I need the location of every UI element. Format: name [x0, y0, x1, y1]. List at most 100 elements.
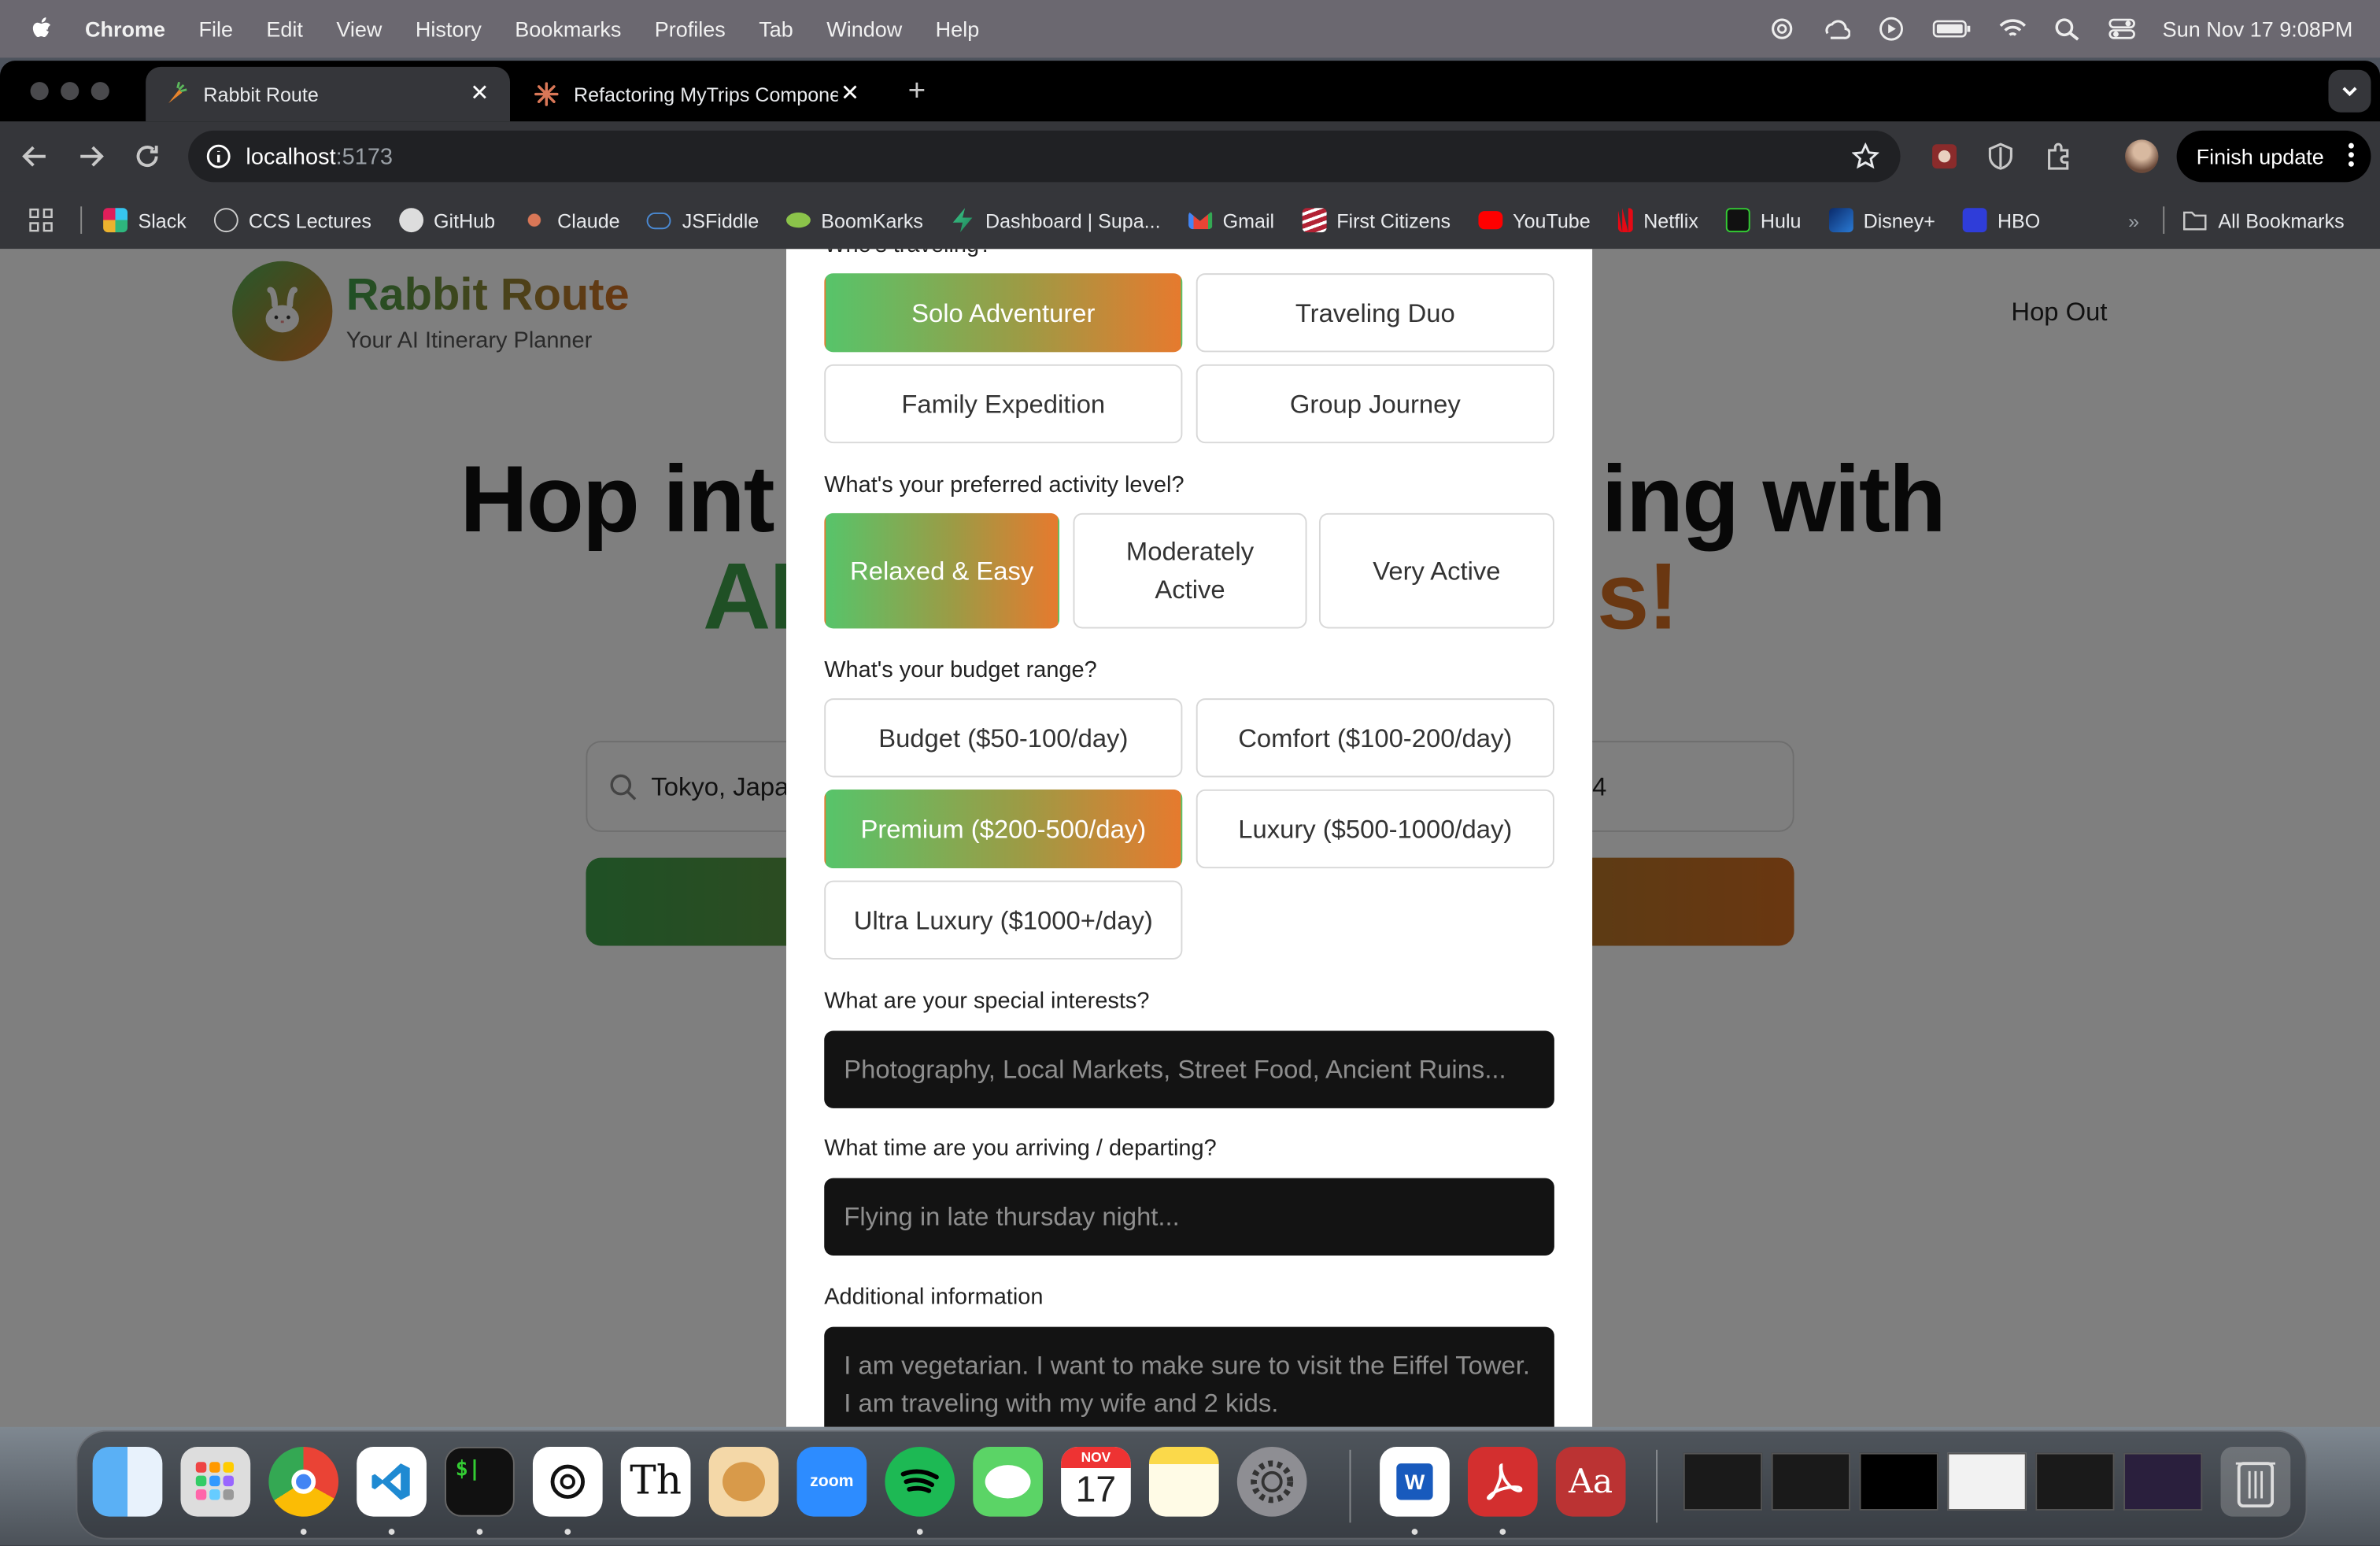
notes-icon[interactable] — [1148, 1446, 1219, 1517]
chrome-dock-icon[interactable] — [268, 1446, 339, 1517]
tab-search-button[interactable] — [2328, 69, 2371, 113]
zoom-window-button[interactable] — [91, 82, 109, 101]
bookmark-slack[interactable]: Slack — [103, 208, 187, 233]
tab-rabbit-route[interactable]: Rabbit Route ✕ — [146, 66, 511, 122]
cloud-icon — [647, 212, 672, 229]
more-vertical-icon[interactable] — [2347, 141, 2356, 168]
menu-edit[interactable]: Edit — [266, 17, 303, 41]
address-bar[interactable]: localhost:5173 — [188, 130, 1901, 183]
bookmarks-divider — [80, 206, 83, 235]
finish-update-button[interactable]: Finish update — [2176, 130, 2371, 183]
terminal-icon[interactable]: $| — [445, 1446, 515, 1517]
zoom-icon[interactable]: zoom — [796, 1446, 867, 1517]
close-tab-icon[interactable]: ✕ — [838, 81, 863, 106]
typeface-app-icon[interactable]: Th — [620, 1446, 691, 1517]
boom-icon — [785, 213, 811, 228]
bookmark-jsfiddle[interactable]: JSFiddle — [647, 209, 759, 231]
close-tab-icon[interactable]: ✕ — [468, 81, 492, 106]
apple-logo-icon[interactable] — [31, 15, 55, 43]
bookmark-gmail[interactable]: Gmail — [1188, 209, 1274, 231]
option-premium[interactable]: Premium ($200-500/day) — [824, 789, 1183, 869]
additional-info-textarea[interactable]: I am vegetarian. I want to make sure to … — [824, 1326, 1554, 1427]
messages-icon[interactable] — [973, 1446, 1043, 1517]
option-relaxed-easy[interactable]: Relaxed & Easy — [824, 512, 1060, 629]
option-very-active[interactable]: Very Active — [1318, 512, 1554, 629]
spotify-icon[interactable] — [885, 1446, 955, 1517]
spotlight-search-icon[interactable] — [2053, 17, 2081, 41]
option-group-journey[interactable]: Group Journey — [1196, 364, 1554, 444]
site-info-icon[interactable] — [206, 144, 231, 168]
system-settings-icon[interactable] — [1236, 1446, 1307, 1517]
forward-arrow-icon[interactable] — [75, 139, 108, 172]
menu-help[interactable]: Help — [936, 17, 980, 41]
option-comfort[interactable]: Comfort ($100-200/day) — [1196, 698, 1554, 778]
bookmark-claude[interactable]: Claude — [522, 208, 620, 233]
trash-icon[interactable] — [2220, 1446, 2291, 1517]
finder-icon[interactable] — [92, 1446, 163, 1517]
extension-shield-icon[interactable] — [1986, 141, 2016, 172]
option-ultra-luxury[interactable]: Ultra Luxury ($1000+/day) — [824, 880, 1183, 960]
openai-status-icon[interactable] — [1768, 17, 1795, 41]
bookmarks-overflow-button[interactable]: » — [2128, 209, 2139, 231]
option-luxury[interactable]: Luxury ($500-1000/day) — [1196, 789, 1554, 869]
all-bookmarks-folder[interactable]: All Bookmarks — [2183, 208, 2345, 232]
battery-icon[interactable] — [1932, 17, 1972, 41]
profile-avatar[interactable] — [2125, 139, 2159, 173]
option-traveling-duo[interactable]: Traveling Duo — [1196, 273, 1554, 353]
extension-ublock-icon[interactable] — [1929, 141, 1960, 172]
word-icon[interactable]: W — [1380, 1446, 1450, 1517]
apps-grid-icon[interactable] — [29, 208, 54, 232]
bookmark-netflix[interactable]: Netflix — [1617, 208, 1698, 233]
minimized-window-thumbnail[interactable] — [1947, 1452, 2027, 1511]
minimized-window-thumbnail[interactable] — [1771, 1452, 1850, 1511]
dictionary-icon[interactable]: Aa — [1555, 1446, 1626, 1517]
menu-bookmarks[interactable]: Bookmarks — [515, 17, 621, 41]
bookmark-youtube[interactable]: YouTube — [1477, 209, 1591, 231]
minimized-window-thumbnail[interactable] — [2123, 1452, 2203, 1511]
bookmark-ccs-lectures[interactable]: CCS Lectures — [213, 208, 371, 233]
option-family-expedition[interactable]: Family Expedition — [824, 364, 1183, 444]
menu-view[interactable]: View — [336, 17, 382, 41]
retriever-app-icon[interactable] — [708, 1446, 779, 1517]
menu-file[interactable]: File — [198, 17, 233, 41]
wifi-icon[interactable] — [1998, 17, 2026, 41]
bookmark-disney-plus[interactable]: Disney+ — [1828, 208, 1935, 233]
bookmark-boomkarks[interactable]: BoomKarks — [785, 209, 923, 231]
option-moderately-active[interactable]: Moderately Active — [1073, 512, 1307, 629]
extensions-puzzle-icon[interactable] — [2043, 141, 2074, 172]
interests-input[interactable]: Photography, Local Markets, Street Food,… — [824, 1030, 1554, 1108]
tab-refactoring-mytrips[interactable]: Refactoring MyTrips Compone ✕ — [516, 67, 881, 121]
menubar-clock[interactable]: Sun Nov 17 9:08PM — [2163, 17, 2353, 41]
control-center-icon[interactable] — [2108, 17, 2135, 41]
close-window-button[interactable] — [30, 82, 49, 101]
reload-icon[interactable] — [131, 139, 164, 172]
option-solo-adventurer[interactable]: Solo Adventurer — [824, 273, 1183, 353]
bookmark-hbo[interactable]: HBO — [1962, 208, 2040, 233]
netflix-icon — [1617, 208, 1633, 233]
play-status-icon[interactable] — [1877, 17, 1905, 41]
menu-profiles[interactable]: Profiles — [655, 17, 726, 41]
menu-window[interactable]: Window — [826, 17, 902, 41]
minimize-window-button[interactable] — [61, 82, 79, 101]
bookmark-first-citizens[interactable]: First Citizens — [1301, 208, 1451, 233]
calendar-icon[interactable]: NOV 17 — [1061, 1446, 1131, 1517]
new-tab-button[interactable]: + — [899, 73, 935, 109]
bookmark-dashboard-supabase[interactable]: Dashboard | Supa... — [951, 208, 1161, 233]
acrobat-icon[interactable] — [1467, 1446, 1538, 1517]
bookmark-github[interactable]: GitHub — [398, 208, 495, 233]
vscode-icon[interactable] — [357, 1446, 427, 1517]
menu-app-name[interactable]: Chrome — [85, 17, 165, 41]
back-arrow-icon[interactable] — [18, 139, 51, 172]
chatgpt-icon[interactable] — [532, 1446, 603, 1517]
menu-tab[interactable]: Tab — [759, 17, 793, 41]
arrival-time-input[interactable]: Flying in late thursday night... — [824, 1178, 1554, 1256]
menu-history[interactable]: History — [416, 17, 482, 41]
launchpad-icon[interactable] — [180, 1446, 251, 1517]
bookmark-hulu[interactable]: Hulu — [1725, 208, 1802, 233]
minimized-window-thumbnail[interactable] — [1683, 1452, 1763, 1511]
creative-cloud-icon[interactable] — [1823, 17, 1850, 41]
option-budget[interactable]: Budget ($50-100/day) — [824, 698, 1183, 778]
minimized-window-thumbnail[interactable] — [2035, 1452, 2115, 1511]
bookmark-star-icon[interactable] — [1851, 142, 1879, 170]
minimized-window-thumbnail[interactable] — [1859, 1452, 1938, 1511]
